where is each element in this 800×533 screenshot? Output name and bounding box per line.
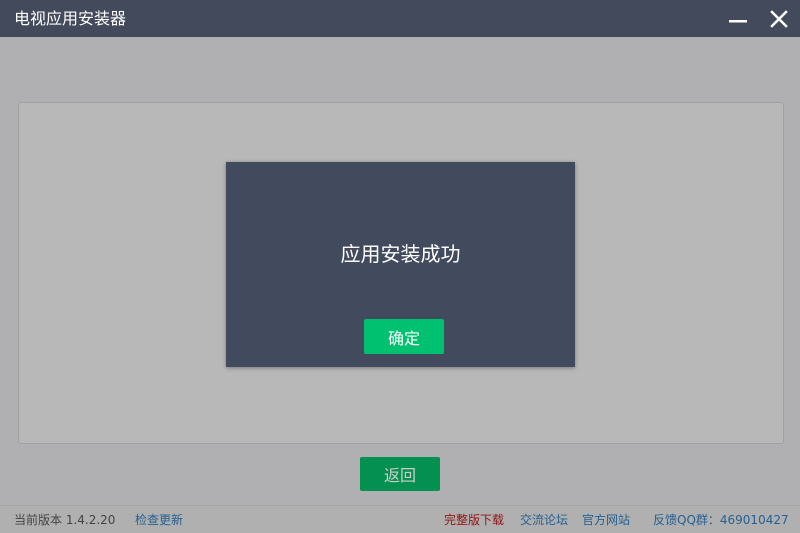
app-window: 电视应用安装器 返回 当前版本 1.4.2.20 检查更新 完整版下载 交流论坛… bbox=[0, 0, 800, 533]
close-button[interactable] bbox=[765, 5, 793, 33]
minimize-button[interactable] bbox=[725, 5, 753, 33]
close-icon bbox=[770, 10, 788, 28]
dialog-message: 应用安装成功 bbox=[340, 242, 461, 266]
minimize-icon bbox=[729, 20, 747, 23]
title-bar: 电视应用安装器 bbox=[0, 0, 800, 37]
confirm-button[interactable]: 确定 bbox=[364, 319, 444, 354]
success-dialog: 应用安装成功 确定 bbox=[226, 162, 575, 367]
window-title: 电视应用安装器 bbox=[14, 9, 127, 28]
